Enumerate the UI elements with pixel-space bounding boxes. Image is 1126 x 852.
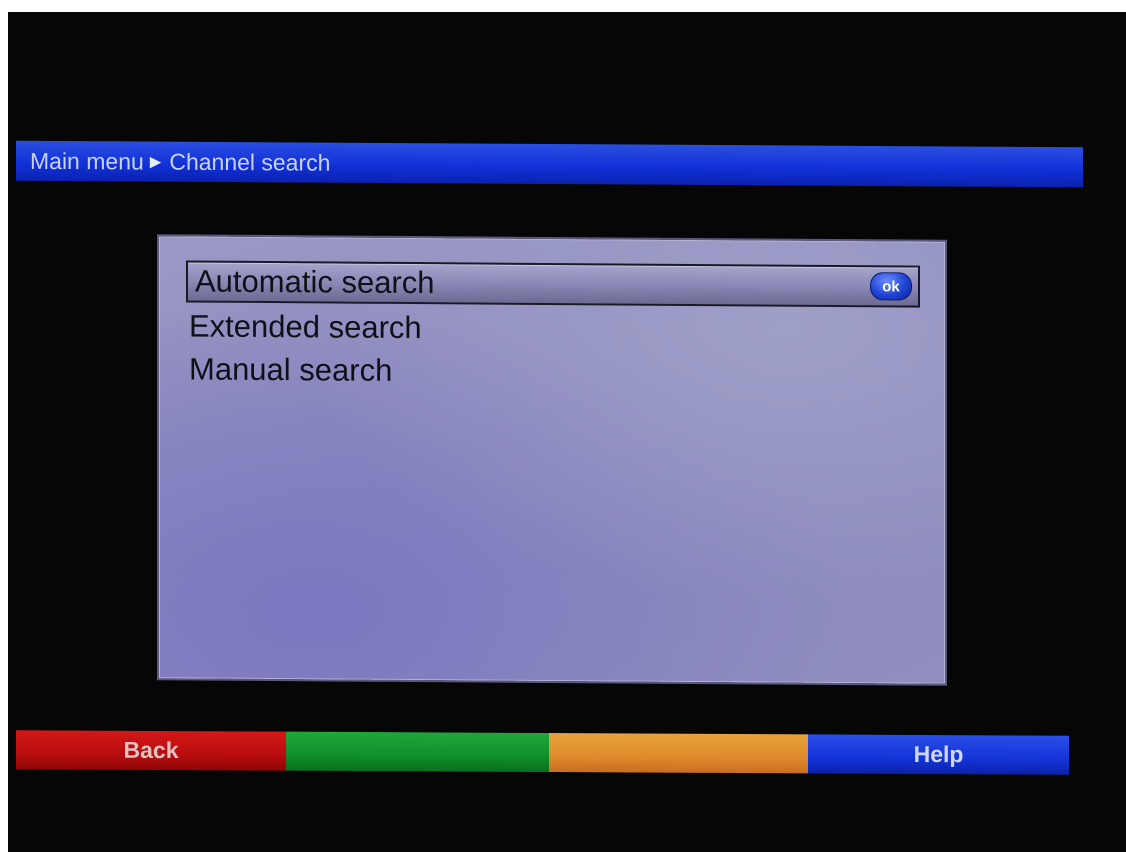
- triangle-right-icon: ▶: [149, 153, 162, 171]
- menu-item-label: Manual search: [189, 351, 393, 388]
- breadcrumb: Main menu ▶ Channel search: [16, 140, 1083, 188]
- back-button[interactable]: Back: [16, 730, 286, 771]
- back-button-label: Back: [123, 736, 179, 764]
- menu-item-label: Automatic search: [195, 263, 435, 301]
- yellow-key[interactable]: [549, 733, 808, 774]
- menu-item-extended-search[interactable]: Extended search: [189, 305, 422, 349]
- photo-border-top: [0, 0, 1126, 12]
- channel-search-menu: Automatic search ok Extended search Manu…: [157, 234, 947, 686]
- help-button-label: Help: [913, 740, 964, 768]
- breadcrumb-root[interactable]: Main menu: [30, 147, 144, 175]
- color-key-bar: Back Help: [16, 730, 1069, 775]
- help-button[interactable]: Help: [808, 734, 1069, 775]
- menu-item-manual-search[interactable]: Manual search: [189, 348, 392, 391]
- photo-border-left: [0, 0, 8, 852]
- tv-screen: Main menu ▶ Channel search Automatic sea…: [0, 0, 1126, 852]
- menu-item-automatic-search[interactable]: Automatic search ok: [186, 260, 920, 308]
- menu-item-label: Extended search: [189, 308, 422, 346]
- breadcrumb-current: Channel search: [169, 148, 331, 176]
- ok-icon: ok: [870, 272, 912, 301]
- green-key[interactable]: [286, 731, 549, 773]
